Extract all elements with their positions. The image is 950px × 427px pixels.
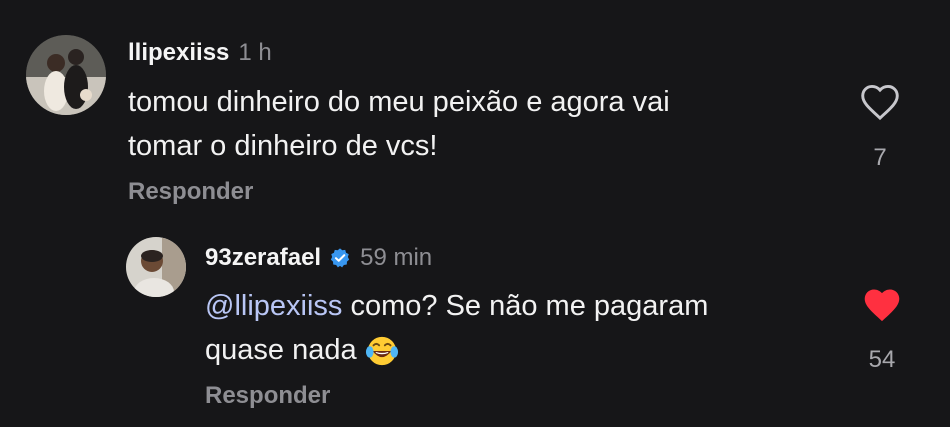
face-with-tears-of-joy-icon (365, 337, 398, 366)
avatar[interactable] (26, 35, 106, 115)
profile-photo-icon (26, 35, 106, 115)
profile-photo-icon (126, 237, 186, 297)
reply-button[interactable]: Responder (205, 382, 330, 410)
comment-text: @llipexiiss como? Se não me pagaram quas… (205, 284, 708, 372)
heart-outline-icon (861, 84, 899, 121)
mention-link[interactable]: @llipexiiss (205, 290, 342, 322)
verified-badge-icon (330, 248, 350, 268)
comment-username[interactable]: llipexiiss (128, 39, 229, 67)
like-count: 54 (868, 346, 896, 373)
comment-text: tomou dinheiro do meu peixão e agora vai… (128, 86, 670, 162)
like-button[interactable] (859, 83, 901, 126)
like-button[interactable] (861, 286, 903, 329)
like-count: 7 (873, 144, 887, 171)
avatar[interactable] (126, 237, 186, 297)
comment-timestamp: 59 min (360, 244, 433, 271)
comments-screen: { "comments": [ { "username": "llipexiis… (0, 0, 950, 427)
reply-button[interactable]: Responder (128, 178, 253, 206)
comment-username[interactable]: 93zerafael (205, 244, 321, 272)
heart-filled-icon (864, 289, 900, 322)
comment-timestamp: 1 h (238, 39, 272, 66)
